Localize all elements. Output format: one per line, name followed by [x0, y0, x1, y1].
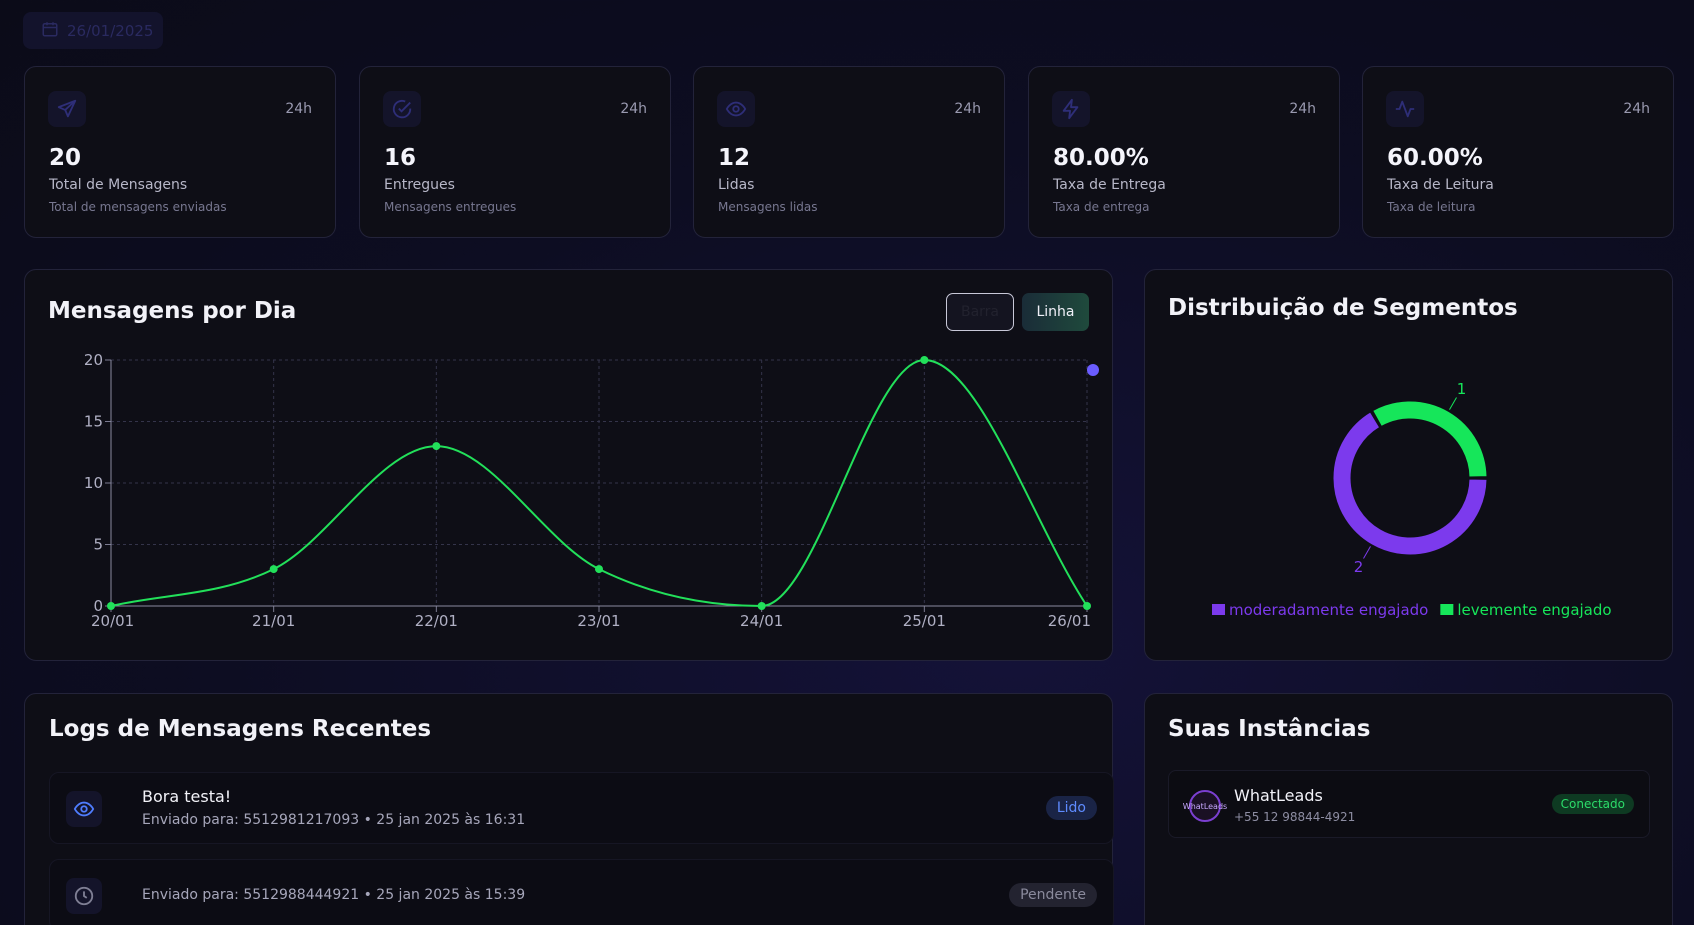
data-point [1083, 602, 1091, 610]
stat-label: Entregues [384, 177, 455, 193]
segments-donut-chart: 2 1 moderadamente engajado levemente engaja… [1212, 380, 1612, 619]
stat-description: Total de mensagens enviadas [49, 200, 227, 214]
stat-label: Lidas [718, 177, 755, 193]
x-tick-label: 21/01 [252, 612, 295, 630]
stat-value: 20 [49, 145, 82, 171]
stat-period: 24h [954, 101, 981, 117]
x-tick-label: 23/01 [577, 612, 620, 630]
x-tick-label: 22/01 [415, 612, 458, 630]
date-filter[interactable]: 26/01/2025 [23, 12, 163, 49]
legend-swatch [1212, 604, 1225, 615]
slice-label-leader [1363, 546, 1371, 559]
stat-label: Taxa de Entrega [1053, 177, 1166, 193]
y-tick-label: 5 [93, 536, 103, 554]
y-tick-label: 20 [84, 351, 103, 369]
instances-title: Suas Instâncias [1168, 716, 1371, 742]
stat-period: 24h [620, 101, 647, 117]
log-meta: Enviado para: 5512988444921 • 25 jan 202… [142, 887, 526, 903]
stat-label: Taxa de Leitura [1387, 177, 1494, 193]
stat-value: 80.00% [1053, 145, 1149, 171]
data-point [920, 356, 929, 364]
segments-chart-card: Distribuição de Segmentos 2 1 moderadament… [1144, 269, 1673, 661]
instances-card: Suas Instâncias WhatLeads WhatLeads +55 … [1144, 693, 1673, 925]
log-item[interactable]: Bora testa! Enviado para: 5512981217093 … [49, 772, 1114, 844]
check-circle-icon [383, 91, 421, 127]
data-point [269, 565, 278, 574]
x-tick-label: 20/01 [91, 612, 134, 630]
stat-card-read: 24h 12 Lidas Mensagens lidas [693, 66, 1005, 238]
stat-description: Mensagens entregues [384, 200, 517, 214]
legend-swatch [1440, 604, 1454, 615]
eye-icon [66, 791, 102, 827]
y-tick-label: 15 [84, 413, 103, 431]
slice-label-leader [1449, 397, 1457, 410]
stat-description: Mensagens lidas [718, 200, 818, 214]
status-badge: Lido [1045, 796, 1097, 820]
messages-line-chart: 0510152020/01 21/01 22/01 23/01 24/01 25/01 26… [84, 351, 1099, 630]
stat-card-delivered: 24h 16 Entregues Mensagens entregues [359, 66, 671, 238]
stat-period: 24h [285, 101, 312, 117]
clock-icon [66, 878, 102, 914]
stat-card-read-rate: 24h 60.00% Taxa de Leitura Taxa de leitu… [1362, 66, 1674, 238]
slice-value-label: 2 [1354, 558, 1364, 576]
messages-chart-card: Mensagens por Dia Barra Linha 0 5 10 15 20 20… [24, 269, 1113, 661]
data-point [107, 602, 115, 610]
send-icon [48, 91, 86, 127]
stat-value: 16 [384, 145, 417, 171]
status-badge: Pendente [1009, 883, 1097, 907]
message-logs-card: Logs de Mensagens Recentes Bora testa! E… [24, 693, 1114, 925]
log-meta: Enviado para: 5512981217093 • 25 jan 202… [142, 812, 526, 828]
data-point [432, 442, 441, 451]
stat-period: 24h [1623, 101, 1650, 117]
stat-description: Taxa de leitura [1387, 200, 1476, 214]
legend-label: levemente engajado [1457, 601, 1611, 619]
stat-description: Taxa de entrega [1053, 200, 1150, 214]
stat-label: Total de Mensagens [49, 177, 188, 193]
log-message: Bora testa! [142, 787, 232, 806]
log-item[interactable]: Enviado para: 5512988444921 • 25 jan 202… [49, 859, 1114, 925]
date-filter-value: 26/01/2025 [67, 21, 154, 40]
instance-item[interactable]: WhatLeads WhatLeads +55 12 98844-4921 Co… [1168, 770, 1650, 838]
eye-icon [717, 91, 755, 127]
calendar-icon [41, 20, 59, 42]
stat-card-total: 24h 20 Total de Mensagens Total de mensa… [24, 66, 336, 238]
data-point [757, 602, 766, 610]
cursor-dot [1087, 364, 1099, 376]
instance-name: WhatLeads [1234, 786, 1323, 805]
zap-icon [1052, 91, 1090, 127]
stat-value: 60.00% [1387, 145, 1483, 171]
stat-value: 12 [718, 145, 751, 171]
activity-icon [1386, 91, 1424, 127]
pie-slice [1371, 400, 1488, 478]
instance-phone: +55 12 98844-4921 [1234, 810, 1356, 824]
connection-status-badge: Conectado [1551, 794, 1634, 814]
avatar: WhatLeads [1183, 790, 1227, 822]
legend-label: moderadamente engajado [1229, 601, 1428, 619]
x-tick-label: 24/01 [740, 612, 783, 630]
x-tick-label: 25/01 [903, 612, 946, 630]
data-point [595, 565, 603, 574]
stat-card-delivery-rate: 24h 80.00% Taxa de Entrega Taxa de entre… [1028, 66, 1340, 238]
x-tick-label: 26/01 [1048, 612, 1091, 630]
slice-value-label: 1 [1457, 380, 1467, 398]
y-tick-label: 10 [84, 474, 103, 492]
logs-title: Logs de Mensagens Recentes [49, 716, 432, 742]
stat-period: 24h [1289, 101, 1316, 117]
